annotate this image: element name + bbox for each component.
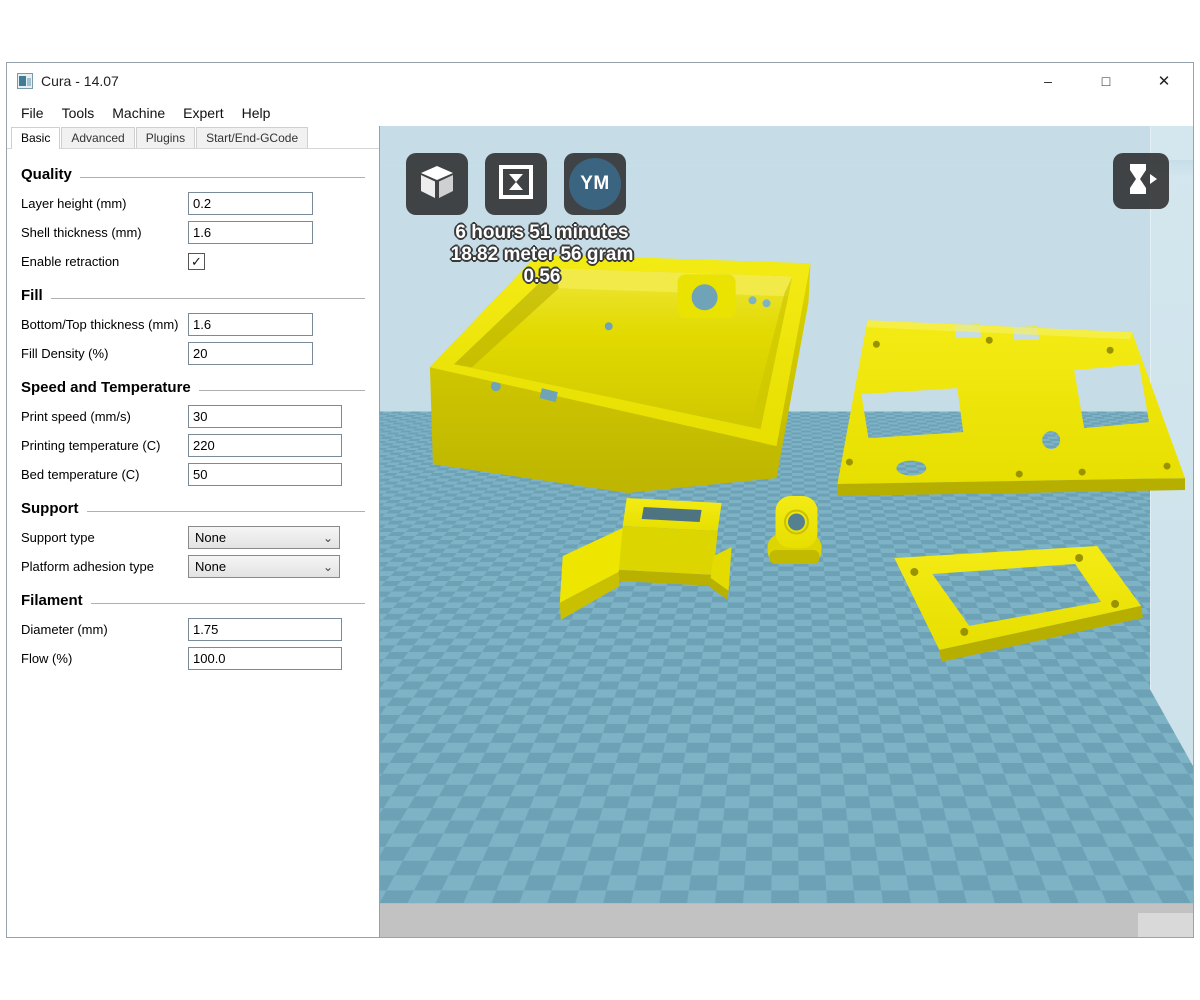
shell-thickness-label: Shell thickness (mm) (21, 225, 142, 240)
fill-density-label: Fill Density (%) (21, 346, 109, 361)
support-type-label: Support type (21, 530, 95, 545)
print-speed-input[interactable] (188, 405, 342, 428)
bed-temperature-input[interactable] (188, 463, 342, 486)
section-filament: Filament (21, 592, 365, 609)
viewport-3d[interactable]: YM 6 hours 51 minutes 18.82 meter 56 gra… (380, 126, 1193, 937)
filament-usage: 18.82 meter 56 gram (450, 244, 634, 265)
flow-input[interactable] (188, 647, 342, 670)
section-fill: Fill (21, 287, 365, 304)
row-printing-temperature: Printing temperature (C) (21, 431, 365, 460)
app-icon (17, 73, 33, 89)
bottom-top-thickness-input[interactable] (188, 313, 313, 336)
row-support-type: Support type None ⌄ (21, 523, 365, 552)
view-mode-button[interactable] (1113, 153, 1169, 209)
bottom-top-thickness-label: Bottom/Top thickness (mm) (21, 317, 179, 332)
support-type-value: None (195, 530, 227, 545)
print-time: 6 hours 51 minutes (455, 222, 629, 243)
flow-label: Flow (%) (21, 651, 73, 666)
model-bracket[interactable] (559, 498, 732, 620)
menu-expert[interactable]: Expert (174, 105, 232, 121)
support-type-select[interactable]: None ⌄ (188, 526, 340, 549)
basic-settings-panel: Quality Layer height (mm) Shell thicknes… (7, 149, 379, 937)
maximize-button[interactable]: □ (1077, 63, 1135, 99)
model-enclosure-box[interactable] (429, 254, 811, 494)
window-title: Cura - 14.07 (41, 73, 119, 89)
printing-temperature-label: Printing temperature (C) (21, 438, 161, 453)
enable-retraction-checkbox[interactable]: ✓ (188, 253, 205, 270)
diameter-input[interactable] (188, 618, 342, 641)
toolpath-save-button[interactable] (485, 153, 547, 215)
section-support-title: Support (21, 500, 79, 517)
chevron-down-icon: ⌄ (322, 559, 333, 574)
viewport-toolbar: YM (406, 153, 626, 215)
section-filament-title: Filament (21, 592, 83, 609)
row-shell-thickness: Shell thickness (mm) (21, 218, 365, 247)
model-base-plate[interactable] (837, 320, 1186, 497)
row-flow: Flow (%) (21, 644, 365, 673)
chevron-down-icon: ⌄ (322, 530, 333, 545)
fill-density-input[interactable] (188, 342, 313, 365)
section-speed-temperature: Speed and Temperature (21, 379, 365, 396)
print-speed-label: Print speed (mm/s) (21, 409, 131, 424)
row-enable-retraction: Enable retraction ✓ (21, 247, 365, 276)
menu-file[interactable]: File (12, 105, 53, 121)
close-button[interactable]: ✕ (1135, 63, 1193, 99)
shell-thickness-input[interactable] (188, 221, 313, 244)
print-cost: 0.56 (523, 266, 561, 287)
row-bottom-top-thickness: Bottom/Top thickness (mm) (21, 310, 365, 339)
menu-help[interactable]: Help (233, 105, 280, 121)
menu-tools[interactable]: Tools (53, 105, 104, 121)
load-model-icon (417, 162, 457, 207)
section-quality: Quality (21, 166, 365, 183)
youmagine-share-button[interactable]: YM (564, 153, 626, 215)
section-fill-title: Fill (21, 287, 43, 304)
tab-plugins[interactable]: Plugins (135, 127, 196, 148)
row-platform-adhesion-type: Platform adhesion type None ⌄ (21, 552, 365, 581)
platform-adhesion-type-label: Platform adhesion type (21, 559, 154, 574)
window-controls: – □ ✕ (1019, 63, 1193, 99)
bed-temperature-label: Bed temperature (C) (21, 467, 140, 482)
row-diameter: Diameter (mm) (21, 615, 365, 644)
section-quality-title: Quality (21, 166, 72, 183)
minimize-button[interactable]: – (1019, 63, 1077, 99)
youmagine-icon: YM (569, 158, 621, 210)
model-small-clip[interactable] (767, 496, 822, 564)
view-mode-icon (1122, 160, 1160, 203)
section-support: Support (21, 500, 365, 517)
menu-machine[interactable]: Machine (103, 105, 174, 121)
tab-basic[interactable]: Basic (11, 127, 61, 149)
row-print-speed: Print speed (mm/s) (21, 402, 365, 431)
tab-advanced[interactable]: Advanced (61, 127, 135, 148)
model-bezel-frame[interactable] (894, 545, 1144, 662)
tab-strip: Basic Advanced Plugins Start/End-GCode (7, 126, 379, 149)
row-layer-height: Layer height (mm) (21, 189, 365, 218)
layer-height-label: Layer height (mm) (21, 196, 127, 211)
row-bed-temperature: Bed temperature (C) (21, 460, 365, 489)
printing-temperature-input[interactable] (188, 434, 342, 457)
platform-adhesion-type-select[interactable]: None ⌄ (188, 555, 340, 578)
load-model-button[interactable] (406, 153, 468, 215)
tab-start-end-gcode[interactable]: Start/End-GCode (196, 127, 309, 148)
platform-adhesion-type-value: None (195, 559, 227, 574)
title-bar: Cura - 14.07 – □ ✕ (7, 63, 1193, 99)
section-speed-temperature-title: Speed and Temperature (21, 379, 191, 396)
row-fill-density: Fill Density (%) (21, 339, 365, 368)
print-stats: 6 hours 51 minutes 18.82 meter 56 gram 0… (392, 222, 692, 288)
menu-bar: File Tools Machine Expert Help (7, 99, 1193, 126)
layer-height-input[interactable] (188, 192, 313, 215)
settings-column: Basic Advanced Plugins Start/End-GCode Q… (7, 126, 380, 937)
diameter-label: Diameter (mm) (21, 622, 108, 637)
enable-retraction-label: Enable retraction (21, 254, 120, 269)
check-icon: ✓ (191, 254, 202, 269)
app-window: Cura - 14.07 – □ ✕ File Tools Machine Ex… (6, 62, 1194, 938)
toolpath-icon (496, 162, 536, 207)
